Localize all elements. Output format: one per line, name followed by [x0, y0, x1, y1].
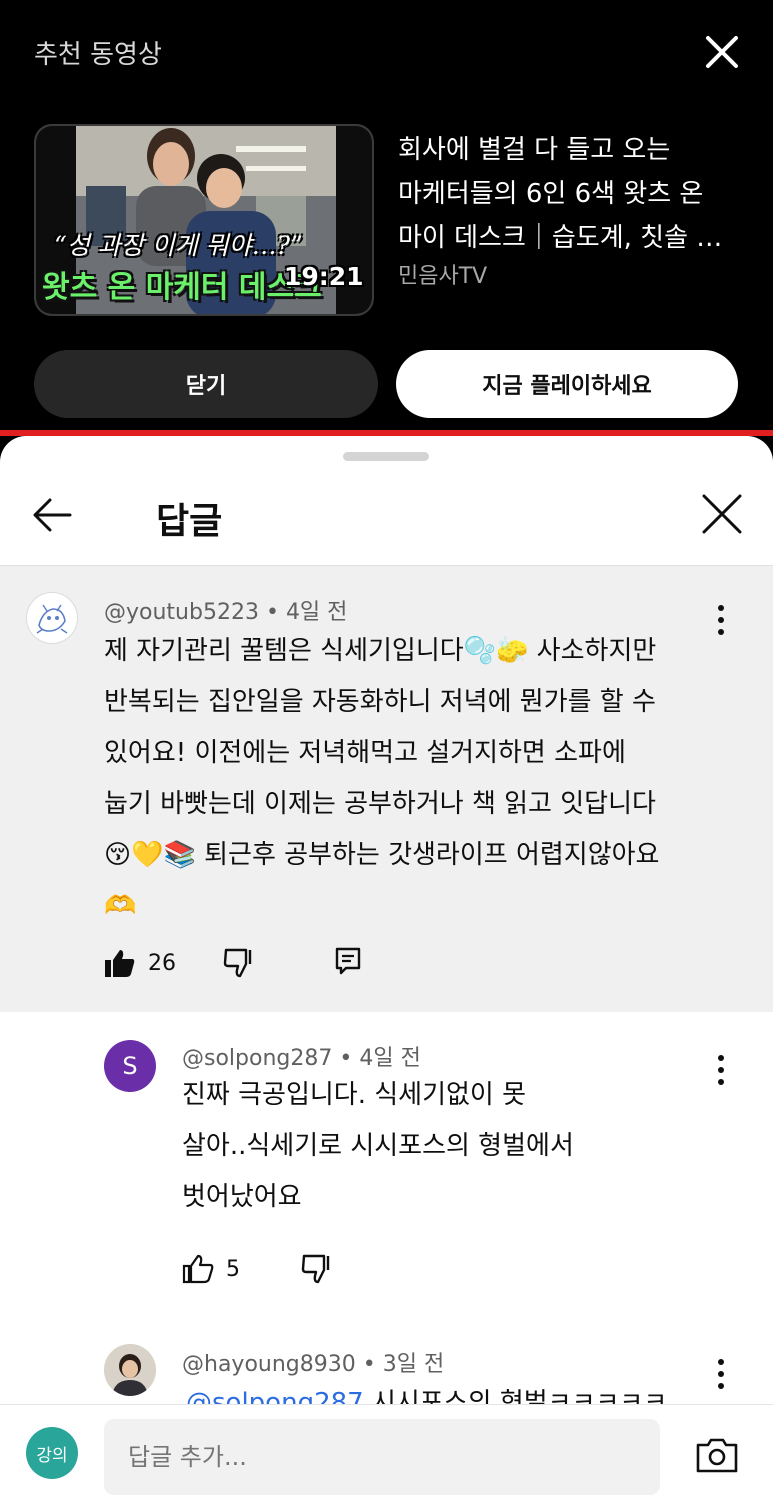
thumbs-up-filled-icon: [105, 950, 135, 977]
close-icon[interactable]: [700, 30, 744, 74]
comment-line: 살아..식세기로 시시포스의 형벌에서: [182, 1131, 574, 1161]
parent-comment: @youtub5223 • 4일 전 제 자기관리 꿀템은 식세기입니다🫧🧽 사…: [0, 566, 773, 1012]
thumbnail-caption-title: 왓츠 온 마케터 데스크: [42, 270, 322, 305]
close-icon[interactable]: [700, 492, 744, 536]
comment-line: 🫶: [104, 891, 137, 921]
dislike-button[interactable]: [300, 1254, 336, 1284]
video-title-line: 마이 데스크｜습도계, 칫솔 …: [398, 223, 723, 253]
like-count: 26: [148, 950, 176, 976]
comment-author[interactable]: @hayoung8930: [182, 1352, 356, 1377]
comment-text: 진짜 극공입니다. 식세기없이 못 살아..식세기로 시시포스의 형벌에서 벗어…: [182, 1070, 574, 1223]
comment-reply-icon: [335, 947, 361, 975]
drag-handle[interactable]: [343, 452, 429, 461]
profile-photo-icon: [104, 1344, 156, 1396]
thumbnail-caption: “성 과장 이게 뭐야…?”: [54, 231, 303, 260]
replies-sheet: 답글 @youtub5223 • 4일 전 제 자기관리 꿀템은 식세기입니다🫧…: [0, 436, 773, 1510]
comment-line: 있어요! 이전에는 저녁해먹고 설거지하면 소파에: [104, 738, 626, 768]
video-title[interactable]: 회사에 별걸 다 들고 오는 마케터들의 6인 6색 왓츠 온 마이 데스크｜습…: [398, 128, 748, 260]
video-title-line: 회사에 별걸 다 들고 오는: [398, 135, 671, 165]
more-options-icon[interactable]: [706, 1050, 736, 1090]
video-thumbnail[interactable]: “성 과장 이게 뭐야…?” 왓츠 온 마케터 데스크 19:21: [34, 124, 374, 316]
like-count: 5: [226, 1256, 240, 1282]
comment-meta: @solpong287 • 4일 전: [182, 1046, 421, 1071]
dislike-button[interactable]: [222, 948, 258, 978]
comment-author[interactable]: @solpong287: [182, 1046, 332, 1071]
avatar[interactable]: [26, 592, 78, 644]
like-button[interactable]: 26: [104, 948, 176, 978]
video-duration: 19:21: [284, 262, 364, 291]
more-options-icon[interactable]: [706, 600, 736, 640]
like-button[interactable]: 5: [182, 1254, 240, 1284]
doodle-avatar-icon: [36, 604, 68, 634]
reply-button[interactable]: [334, 946, 362, 976]
thumbs-down-icon: [223, 948, 252, 978]
play-now-button[interactable]: 지금 플레이하세요: [396, 350, 738, 418]
avatar[interactable]: [104, 1344, 156, 1396]
recommended-title: 추천 동영상: [34, 40, 162, 70]
comment-line: 벗어났어요: [182, 1182, 302, 1212]
thumbs-up-icon: [182, 1254, 214, 1284]
comment-line: 눕기 바빳는데 이제는 공부하거나 책 읽고 잇답니다: [104, 789, 656, 819]
channel-name: 민음사TV: [398, 264, 488, 289]
reply-input-bar: 강의: [0, 1404, 773, 1510]
comment-meta: @youtub5223 • 4일 전: [104, 600, 348, 625]
comment-text: 제 자기관리 꿀템은 식세기입니다🫧🧽 사소하지만 반복되는 집안일을 자동화하…: [104, 626, 659, 932]
dismiss-button[interactable]: 닫기: [34, 350, 378, 418]
thumbs-down-icon: [301, 1254, 330, 1284]
comment-line: 제 자기관리 꿀템은 식세기입니다🫧🧽 사소하지만: [104, 636, 657, 666]
comment-time: 4일 전: [285, 600, 348, 625]
reply-input[interactable]: [104, 1419, 660, 1495]
avatar[interactable]: S: [104, 1040, 156, 1092]
my-avatar[interactable]: 강의: [26, 1427, 78, 1479]
video-title-line: 마케터들의 6인 6색 왓츠 온: [398, 179, 704, 209]
comment-author[interactable]: @youtub5223: [104, 600, 259, 625]
back-arrow-icon[interactable]: [30, 492, 76, 538]
comment-line: 반복되는 집안일을 자동화하니 저녁에 뭔가를 할 수: [104, 687, 656, 717]
comment-time: 3일 전: [382, 1352, 445, 1377]
comment-time: 4일 전: [359, 1046, 421, 1071]
more-options-icon[interactable]: [706, 1354, 736, 1394]
comment-line: 😚💛📚 퇴근후 공부하는 갓생라이프 어렵지않아요: [104, 840, 660, 870]
comment-meta: @hayoung8930 • 3일 전: [182, 1352, 445, 1377]
sheet-title: 답글: [156, 501, 223, 542]
avatar-letter: S: [122, 1052, 138, 1080]
recommended-video-panel: 추천 동영상 “성 과장 이게 뭐야…?” 왓츠 온 마케터 데스크 19:21…: [0, 0, 773, 440]
camera-icon[interactable]: [694, 1433, 740, 1479]
comment-line: 진짜 극공입니다. 식세기없이 못: [182, 1080, 527, 1110]
